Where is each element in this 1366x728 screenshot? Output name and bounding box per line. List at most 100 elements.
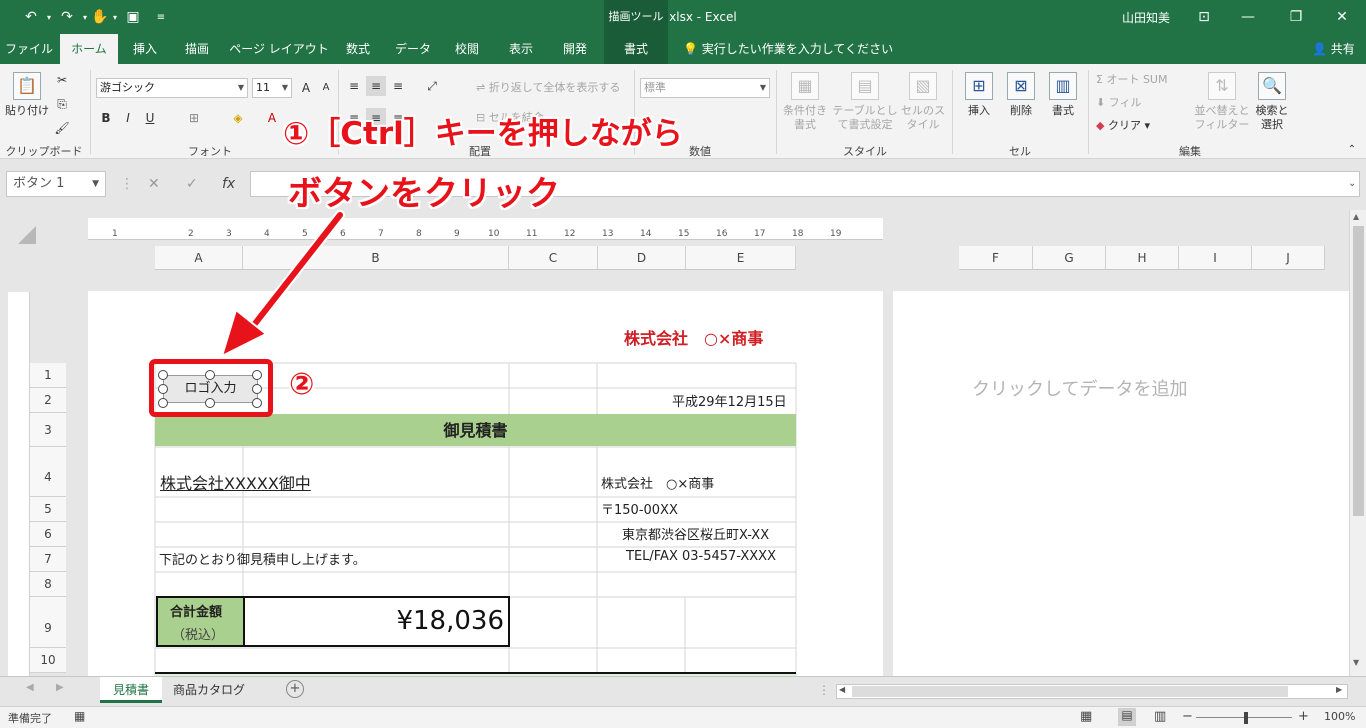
ribbon-display-icon[interactable]: ⊡ bbox=[1184, 4, 1224, 30]
number-format-combo[interactable]: 標準 ▼ bbox=[640, 78, 770, 98]
column-header[interactable]: C bbox=[509, 246, 598, 270]
align-top-icon[interactable]: ≡ bbox=[344, 76, 364, 96]
collapse-ribbon-icon[interactable]: ⌃ bbox=[1342, 140, 1362, 160]
redo-icon[interactable]: ↷ bbox=[56, 7, 78, 27]
delete-cells-button[interactable]: ⊠ 削除 bbox=[1000, 72, 1042, 118]
column-header[interactable]: H bbox=[1106, 246, 1179, 270]
column-header[interactable]: F bbox=[959, 246, 1033, 270]
enter-icon[interactable]: ✓ bbox=[186, 171, 198, 197]
page-break-view-icon[interactable]: ▥ bbox=[1154, 709, 1166, 724]
add-data-hint[interactable]: クリックしてデータを追加 bbox=[972, 375, 1187, 401]
paste-button[interactable]: 📋 貼り付け bbox=[4, 72, 50, 118]
user-name[interactable]: 山田知美 bbox=[1122, 9, 1170, 26]
column-header[interactable]: E bbox=[686, 246, 796, 270]
row-header[interactable]: 10 bbox=[30, 648, 66, 673]
tab-page-layout[interactable]: ページ レイアウト bbox=[224, 34, 334, 64]
insert-function-icon[interactable]: fx bbox=[222, 171, 235, 197]
name-box[interactable]: ボタン 1 ▼ bbox=[6, 171, 106, 197]
total-value[interactable]: ¥18,036 bbox=[260, 606, 504, 636]
underline-icon[interactable]: U bbox=[140, 108, 160, 128]
column-header[interactable]: B bbox=[243, 246, 509, 270]
vertical-scroll-thumb[interactable] bbox=[1353, 226, 1364, 516]
wrap-text-button[interactable]: ⇌ 折り返して全体を表示する bbox=[476, 78, 620, 98]
undo-dropdown-icon[interactable]: ▾ bbox=[44, 7, 54, 27]
bold-icon[interactable]: B bbox=[96, 108, 116, 128]
macro-record-icon[interactable]: ▦ bbox=[74, 709, 85, 723]
total-label[interactable]: 合計金額 bbox=[170, 601, 222, 620]
row-header[interactable]: 2 bbox=[30, 388, 66, 413]
column-header[interactable]: I bbox=[1179, 246, 1252, 270]
row-header[interactable]: 7 bbox=[30, 547, 66, 572]
fill-color-icon[interactable]: ◈ bbox=[228, 108, 248, 128]
font-size-combo[interactable]: 11 ▼ bbox=[252, 78, 292, 98]
sort-filter-button[interactable]: ⇅ 並べ替えとフィルター bbox=[1194, 72, 1250, 132]
cut-icon[interactable]: ✂ bbox=[52, 70, 72, 90]
format-as-table-button[interactable]: ▤ テーブルとして書式設定 bbox=[832, 72, 898, 132]
vertical-scrollbar[interactable]: ▲ ▼ bbox=[1349, 210, 1366, 676]
tab-developer[interactable]: 開発 bbox=[550, 34, 600, 64]
row-header[interactable]: 5 bbox=[30, 497, 66, 522]
scroll-up-icon[interactable]: ▲ bbox=[1353, 212, 1359, 221]
undo-icon[interactable]: ↶ bbox=[20, 7, 42, 27]
format-cells-button[interactable]: ▥ 書式 bbox=[1042, 72, 1084, 118]
tab-formulas[interactable]: 数式 bbox=[336, 34, 380, 64]
sheet-tab-catalog[interactable]: 商品カタログ bbox=[164, 677, 254, 703]
tab-data[interactable]: データ bbox=[388, 34, 438, 64]
save-icon[interactable]: ▣ bbox=[124, 7, 142, 27]
customize-qat-icon[interactable]: ≡ bbox=[154, 7, 168, 27]
column-header[interactable]: D bbox=[598, 246, 686, 270]
italic-icon[interactable]: I bbox=[118, 108, 138, 128]
client-cell[interactable]: 株式会社XXXXX御中 bbox=[160, 470, 311, 494]
row-header[interactable]: 6 bbox=[30, 522, 66, 547]
expand-formula-icon[interactable]: ⌄ bbox=[1348, 171, 1356, 197]
font-color-icon[interactable]: A bbox=[262, 108, 282, 128]
prev-sheet-icon[interactable]: ◀ bbox=[26, 682, 34, 693]
horizontal-scroll-thumb[interactable] bbox=[852, 686, 1288, 697]
tab-split-icon[interactable]: ⋮ bbox=[818, 683, 830, 697]
horizontal-scrollbar[interactable]: ◀ ▶ bbox=[836, 684, 1348, 699]
insert-cells-button[interactable]: ⊞ 挿入 bbox=[958, 72, 1000, 118]
row-header[interactable]: 4 bbox=[30, 447, 66, 497]
tell-me-box[interactable]: 💡 実行したい作業を入力してください bbox=[683, 34, 893, 64]
postal-cell[interactable]: 〒150-00XX bbox=[601, 499, 678, 518]
tab-draw[interactable]: 描画 bbox=[172, 34, 222, 64]
tab-review[interactable]: 校閲 bbox=[442, 34, 492, 64]
scroll-right-icon[interactable]: ▶ bbox=[1336, 685, 1342, 694]
minimize-icon[interactable]: — bbox=[1228, 4, 1268, 30]
align-bottom-icon[interactable]: ≡ bbox=[388, 76, 408, 96]
copy-icon[interactable]: ⎘ bbox=[52, 94, 72, 114]
sheet-tab-quote[interactable]: 見積書 bbox=[100, 677, 162, 703]
address-cell[interactable]: 東京都渋谷区桜丘町X-XX bbox=[622, 524, 769, 543]
grow-font-icon[interactable]: A bbox=[296, 78, 316, 98]
orientation-icon[interactable]: ⤢ bbox=[422, 76, 442, 96]
tab-insert[interactable]: 挿入 bbox=[120, 34, 170, 64]
normal-view-icon[interactable]: ▦ bbox=[1080, 709, 1092, 724]
scroll-down-icon[interactable]: ▼ bbox=[1353, 658, 1359, 667]
column-header[interactable]: G bbox=[1033, 246, 1106, 270]
align-middle-icon[interactable]: ≡ bbox=[366, 76, 386, 96]
next-sheet-icon[interactable]: ▶ bbox=[56, 682, 64, 693]
share-button[interactable]: 👤 共有 bbox=[1312, 34, 1355, 64]
row-header[interactable]: 1 bbox=[30, 363, 66, 388]
zoom-in-icon[interactable]: + bbox=[1298, 709, 1309, 724]
column-header[interactable]: A bbox=[155, 246, 243, 270]
tab-file[interactable]: ファイル bbox=[0, 34, 58, 64]
touch-mode-icon[interactable]: ✋ bbox=[91, 7, 108, 27]
row-header[interactable]: 3 bbox=[30, 413, 66, 447]
clear-button[interactable]: ◆ クリア ▾ bbox=[1096, 116, 1150, 136]
quotation-title[interactable]: 御見積書 bbox=[155, 417, 796, 441]
row-header[interactable]: 8 bbox=[30, 572, 66, 597]
tab-format[interactable]: 書式 bbox=[604, 34, 668, 64]
message-cell[interactable]: 下記のとおり御見積申し上げます。 bbox=[159, 549, 366, 568]
cancel-icon[interactable]: ✕ bbox=[148, 171, 160, 197]
font-name-combo[interactable]: 游ゴシック ▼ bbox=[96, 78, 248, 98]
conditional-format-button[interactable]: ▦ 条件付き書式 bbox=[780, 72, 830, 132]
tab-home[interactable]: ホーム bbox=[60, 34, 118, 64]
restore-icon[interactable]: ❐ bbox=[1276, 4, 1316, 30]
tel-cell[interactable]: TEL/FAX 03-5457-XXXX bbox=[626, 549, 776, 564]
shrink-font-icon[interactable]: A bbox=[316, 78, 336, 98]
tab-view[interactable]: 表示 bbox=[496, 34, 546, 64]
cell-styles-button[interactable]: ▧ セルのスタイル bbox=[900, 72, 946, 132]
redo-dropdown-icon[interactable]: ▾ bbox=[80, 7, 90, 27]
column-header[interactable]: J bbox=[1252, 246, 1325, 270]
